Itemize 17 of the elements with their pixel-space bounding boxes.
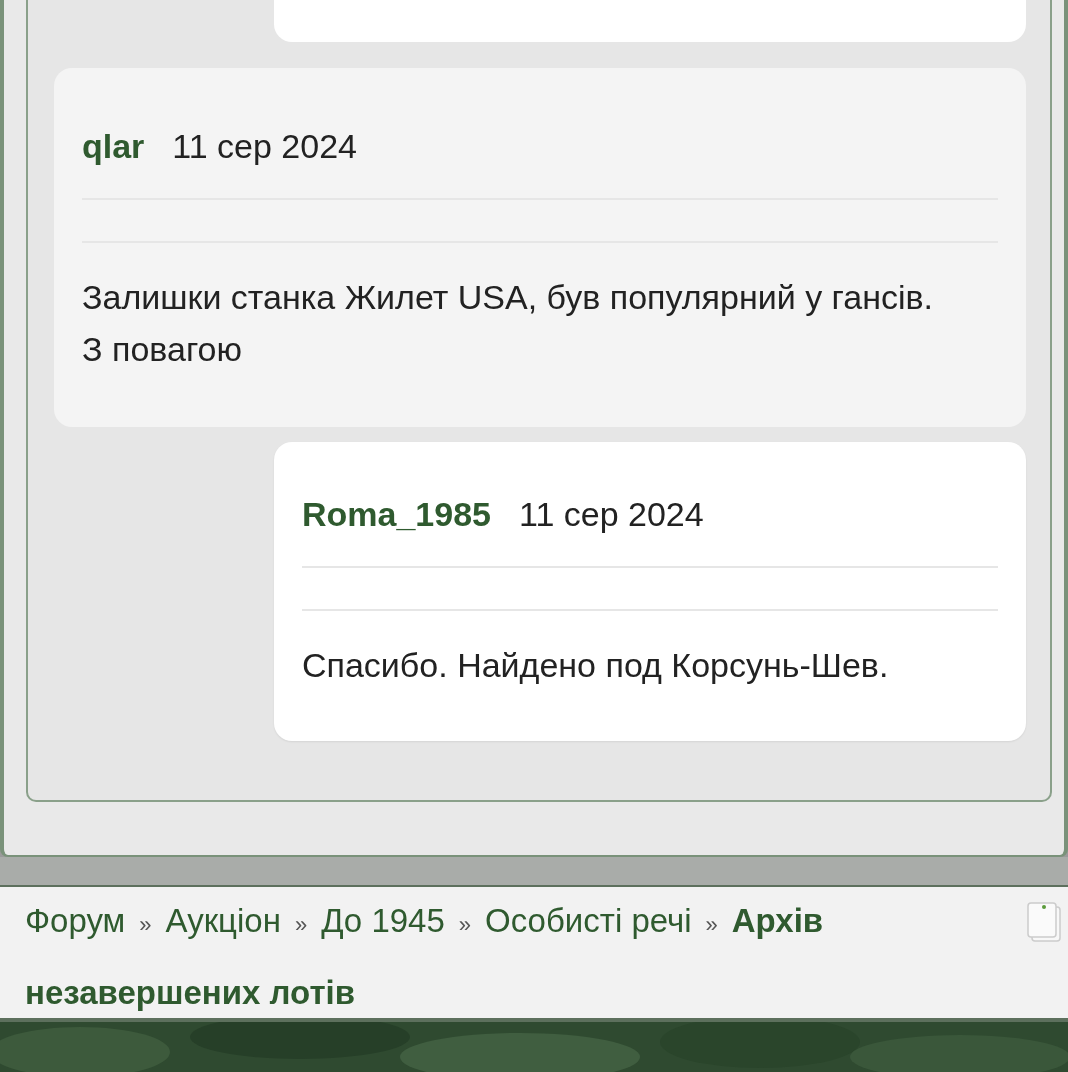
author-link[interactable]: qlar — [82, 126, 145, 166]
current-page: Архів — [731, 902, 824, 939]
author-link[interactable]: Roma_1985 — [302, 494, 491, 534]
breadcrumb-separator: » — [705, 912, 718, 937]
current-page: незавершених лотів — [25, 974, 356, 1011]
breadcrumb-separator: » — [294, 912, 308, 937]
breadcrumb-separator: » — [458, 912, 472, 937]
breadcrumb-link[interactable]: Аукціон — [165, 902, 281, 939]
breadcrumb-separator: » — [139, 912, 152, 937]
post-text: Залишки станка Жилет USA, був популярний у гансів. З повагою — [82, 277, 934, 370]
post-date: 11 сер 2024 — [519, 494, 704, 534]
breadcrumb-link[interactable]: До 1945 — [321, 902, 445, 939]
breadcrumb-link[interactable]: Форум — [25, 902, 126, 939]
post-date: 11 сер 2024 — [172, 126, 357, 166]
post-text: Спасибо. Найдено под Корсунь-Шев. — [302, 645, 890, 686]
breadcrumb-link[interactable]: Особисті речі — [485, 902, 692, 939]
document-icon — [1026, 901, 1062, 943]
